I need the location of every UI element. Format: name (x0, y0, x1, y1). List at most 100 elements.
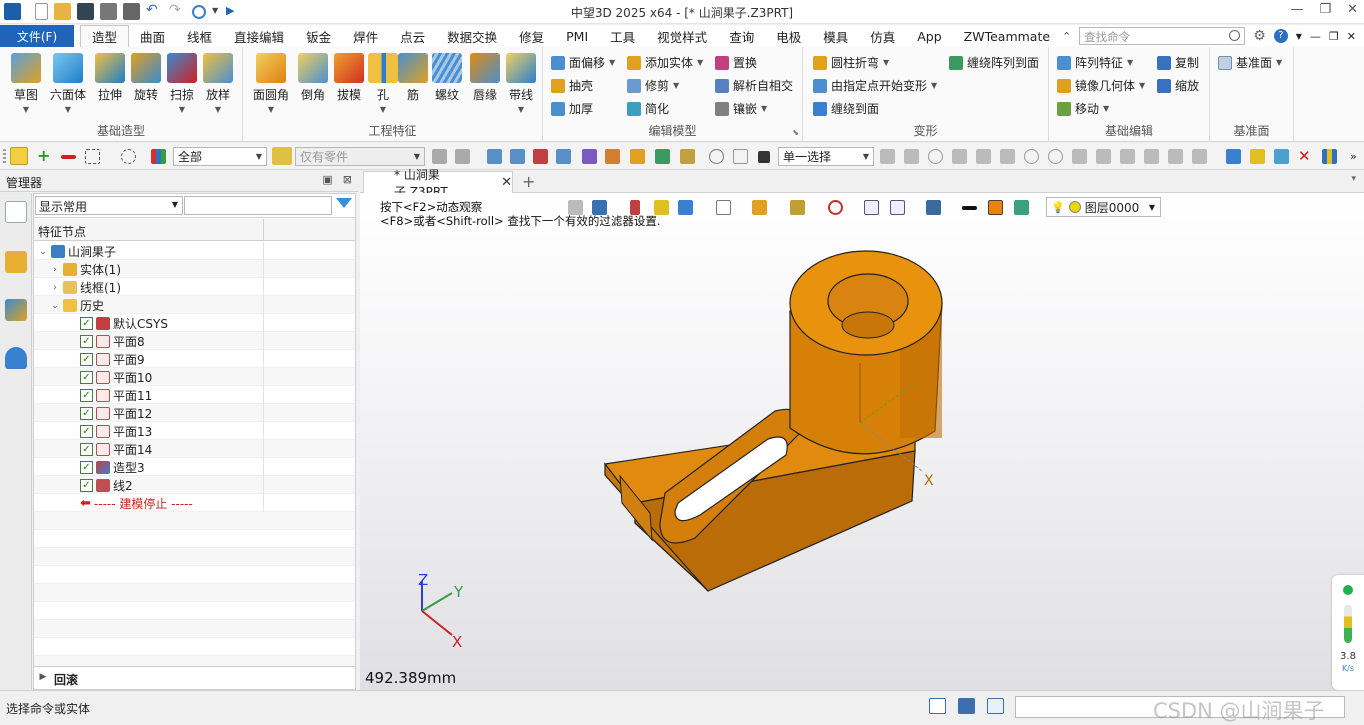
tb-icon-c[interactable] (487, 149, 502, 164)
tb-icon-j[interactable] (655, 149, 670, 164)
bars-icon[interactable] (1322, 149, 1337, 164)
tb-icon-l[interactable] (709, 149, 724, 164)
search-icon[interactable] (1229, 30, 1241, 41)
status-list-icon[interactable] (987, 698, 1004, 714)
replace-button[interactable]: 置换 (715, 54, 757, 71)
trim-button[interactable]: 修剪 ▼ (627, 77, 679, 94)
box-button[interactable]: 六面体 ▼ (48, 53, 88, 114)
snap-icon-9[interactable] (1072, 149, 1087, 164)
tb-icon-e[interactable] (533, 149, 548, 164)
snap-icon-3[interactable] (928, 149, 943, 164)
checkbox[interactable]: ✓ (80, 479, 93, 492)
snap-icon-6[interactable] (1000, 149, 1015, 164)
manager-search-input[interactable] (184, 196, 332, 215)
tab-list-icon[interactable]: ▾ (1351, 174, 1356, 184)
tb-icon-h[interactable] (605, 149, 620, 164)
checkbox[interactable]: ✓ (80, 443, 93, 456)
inlay-button[interactable]: 镶嵌 ▼ (715, 100, 767, 117)
doc-close-icon[interactable]: ✕ (1347, 30, 1356, 43)
select-mode-select[interactable]: 单一选择 ▼ (778, 147, 874, 166)
snap-icon-1[interactable] (880, 149, 895, 164)
pattern-button[interactable]: 阵列特征 ▼ (1057, 54, 1133, 71)
snap-icon-7[interactable] (1024, 149, 1039, 164)
shell-button[interactable]: 抽壳 (551, 77, 593, 94)
close-icon[interactable]: ✕ (1347, 2, 1358, 17)
dialog-launcher-icon[interactable]: ⬊ (792, 128, 799, 137)
tab-15[interactable]: 仿真 (859, 25, 906, 47)
tb-icon-g[interactable] (582, 149, 597, 164)
chevron-right-icon[interactable]: › (50, 283, 60, 293)
tab-8[interactable]: 修复 (508, 25, 555, 47)
sketch-button[interactable]: 草图 ▼ (6, 53, 46, 114)
manager-close-icon[interactable]: ⊠ (343, 173, 352, 186)
strap-button[interactable]: 带线 ▼ (501, 53, 541, 114)
more-icon[interactable]: » (1350, 149, 1364, 164)
tb-icon-a[interactable] (432, 149, 447, 164)
history-item[interactable]: ✓ 线2 (34, 476, 355, 494)
scale-button[interactable]: 缩放 (1157, 77, 1199, 94)
doc-restore-icon[interactable]: ❐ (1329, 30, 1339, 43)
history-item[interactable]: ✓ 平面8 (34, 332, 355, 350)
checkbox[interactable]: ✓ (80, 407, 93, 420)
box-select-icon[interactable] (85, 149, 100, 164)
tb-icon-f[interactable] (556, 149, 571, 164)
checkbox[interactable]: ✓ (80, 317, 93, 330)
remove-icon[interactable] (61, 155, 76, 159)
command-search-input[interactable]: 查找命令 (1079, 27, 1246, 45)
snap-icon-14[interactable] (1192, 149, 1207, 164)
tb-icon-n[interactable] (758, 151, 770, 163)
simplify-button[interactable]: 简化 (627, 100, 669, 117)
assembly-tab-icon[interactable] (5, 251, 27, 273)
column-divider[interactable] (263, 219, 264, 241)
render-icon[interactable] (1274, 149, 1289, 164)
status-panel-icon[interactable] (929, 698, 946, 714)
history-item[interactable]: ✓ 平面9 (34, 350, 355, 368)
tab-14[interactable]: 模具 (812, 25, 859, 47)
revolve-button[interactable]: 旋转 (126, 53, 166, 103)
mirror-button[interactable]: 镜像几何体 ▼ (1057, 77, 1145, 94)
snap-icon-8[interactable] (1048, 149, 1063, 164)
tree-wire[interactable]: › 线框(1) (34, 278, 355, 296)
tb-icon-d[interactable] (510, 149, 525, 164)
chevron-down-icon[interactable]: ⌄ (50, 301, 60, 311)
view-cube-icon[interactable] (1226, 149, 1241, 164)
tb-icon-b[interactable] (455, 149, 470, 164)
collapse-ribbon-icon[interactable]: ⌃ (1062, 30, 1071, 43)
face-offset-button[interactable]: 面偏移 ▼ (551, 54, 615, 71)
tab-7[interactable]: 数据交换 (436, 25, 508, 47)
history-item[interactable]: ✓ 平面12 (34, 404, 355, 422)
checkbox[interactable]: ✓ (80, 461, 93, 474)
file-menu-button[interactable]: 文件(F) (0, 25, 74, 47)
deform-from-point-button[interactable]: 由指定点开始变形 ▼ (813, 77, 937, 94)
tree-root[interactable]: ⌄ 山涧果子 (34, 242, 355, 260)
part-model[interactable]: X Z Y X (360, 193, 1364, 690)
tab-12[interactable]: 查询 (718, 25, 765, 47)
select-arrow-icon[interactable] (10, 147, 28, 165)
checkbox[interactable]: ✓ (80, 353, 93, 366)
wrap-to-face-button[interactable]: 缠绕到面 (813, 100, 879, 117)
funnel-filter-icon[interactable] (336, 198, 352, 208)
fillet-button[interactable]: 面圆角 ▼ (249, 53, 293, 114)
history-item[interactable]: ✓ 平面11 (34, 386, 355, 404)
chevron-down-icon[interactable]: ⌄ (38, 247, 48, 257)
stop-arrow-icon[interactable]: ⬅ (80, 496, 91, 511)
tab-3[interactable]: 直接编辑 (223, 25, 295, 47)
modeling-stop-row[interactable]: ⬅ ----- 建模停止 ----- (34, 494, 355, 512)
tab-1[interactable]: 曲面 (129, 25, 176, 47)
copy-button[interactable]: 复制 (1157, 54, 1199, 71)
tab-10[interactable]: 工具 (599, 25, 646, 47)
tree-solid[interactable]: › 实体(1) (34, 260, 355, 278)
graphics-viewport[interactable]: 按下<F2>动态观察 <F8>或者<Shift-roll> 查找下一个有效的过滤… (360, 193, 1364, 690)
lasso-icon[interactable] (121, 149, 136, 164)
minimize-icon[interactable]: — (1290, 2, 1303, 17)
chevron-right-icon[interactable]: ▶ (38, 672, 48, 682)
tab-13[interactable]: 电极 (765, 25, 812, 47)
tab-17[interactable]: ZWTeammate (953, 25, 1061, 47)
extrude-button[interactable]: 拉伸 (90, 53, 130, 103)
help-icon[interactable]: ? (1273, 29, 1288, 43)
part-filter-icon[interactable] (272, 147, 292, 165)
filter-select[interactable]: 全部 ▼ (173, 147, 267, 166)
history-tree-tab-icon[interactable] (5, 201, 27, 223)
tab-9[interactable]: PMI (555, 25, 599, 47)
snap-icon-12[interactable] (1144, 149, 1159, 164)
